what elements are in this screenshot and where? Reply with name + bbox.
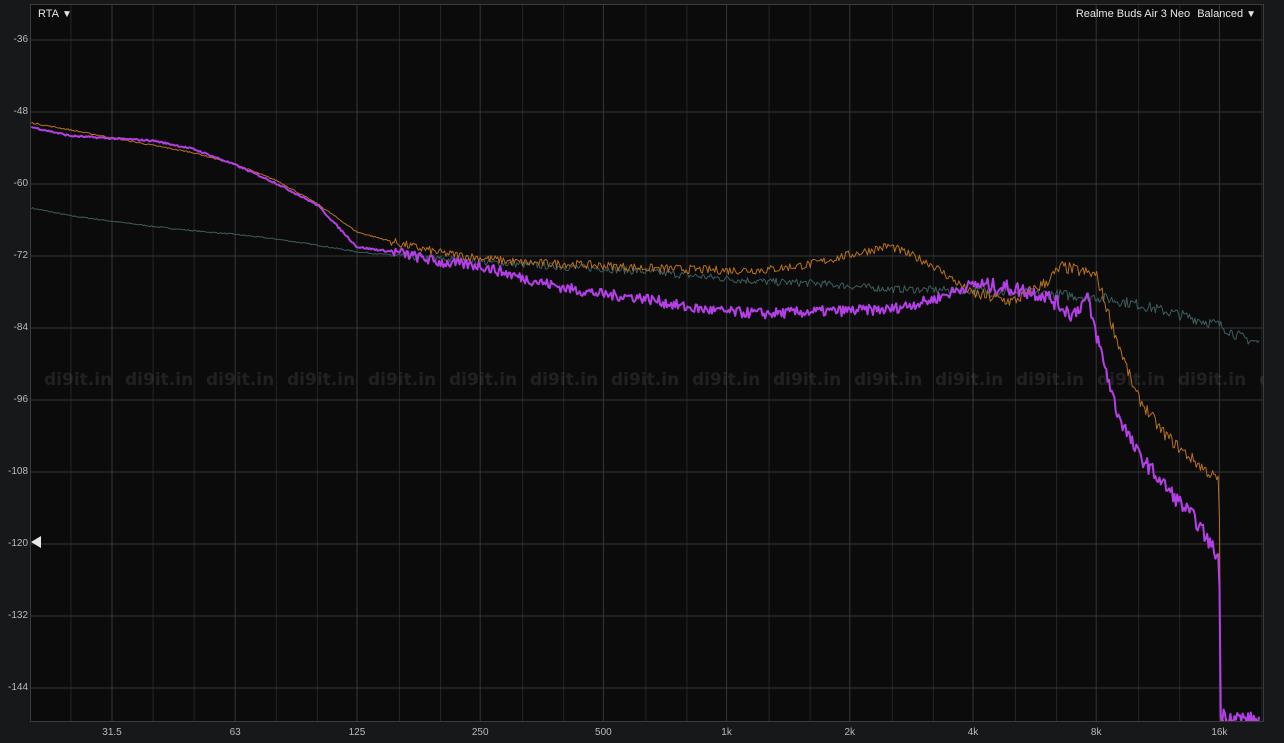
watermark-text: di9it.in [206,370,274,390]
x-tick-label: 250 [471,727,489,738]
watermark-text: di9it.in [692,370,760,390]
watermark-text: di9it.in [530,370,598,390]
y-tick-label: -132 [7,610,28,621]
device-label: Realme Buds Air 3 Neo [1075,8,1191,20]
watermark-text: di9it.in [368,370,436,390]
x-tick-label: 1k [721,727,732,738]
y-tick-label: -120 [7,538,28,549]
chevron-down-icon: ▼ [62,9,72,20]
watermark-text: di9it.in [611,370,679,390]
y-tick-label: -84 [13,322,28,333]
x-tick-label: 500 [595,727,612,738]
y-tick-label: -72 [13,250,28,261]
x-tick-label: 8k [1090,727,1102,738]
series-line [30,125,1260,721]
watermark-text: di9it.in [854,370,922,390]
watermark-text: di9it.in [1016,370,1084,390]
device-preset-dropdown[interactable]: Realme Buds Air 3 Neo Balanced ▼ [1076,8,1256,20]
watermark-text: di9it.in [935,370,1003,390]
y-tick-label: -96 [13,394,28,405]
y-tick-label: -108 [7,466,28,477]
rta-mode-label: RTA [38,8,59,20]
x-tick-label: 63 [229,727,241,738]
rta-chart: di9it.in di9it.in di9it.in di9it.in di9it.in… [0,5,1284,721]
y-tick-label: -48 [13,106,28,117]
watermark-text: di9it.in [125,370,193,390]
watermark-row: di9it.in di9it.in di9it.in di9it.in di9it.in… [0,370,1284,390]
watermark-text: di9it.in [449,370,517,390]
preset-label: Balanced [1197,8,1244,20]
rta-mode-dropdown[interactable]: RTA ▼ [38,8,72,20]
reference-level-handle[interactable] [31,536,41,548]
watermark-text: di9it.in [773,370,841,390]
x-tick-label: 31.5 [102,727,122,738]
chevron-down-icon: ▼ [1246,9,1256,20]
watermark-text: di9it.in [44,370,112,390]
watermark-text: di9it.in [0,370,31,390]
watermark-text: di9it.in [287,370,355,390]
x-tick-label: 16k [1211,727,1228,738]
series-line [31,207,1260,345]
major-gridlines [30,5,1263,721]
x-tick-label: 125 [348,727,366,738]
series-layer [30,122,1260,721]
y-tick-label: -36 [13,34,28,45]
rta-analyzer-window: di9it.in di9it.in di9it.in di9it.in di9it.in… [0,0,1284,743]
watermark-text: di9it.in [1178,370,1246,390]
y-tick-label: -144 [7,682,28,693]
x-tick-label: 2k [844,727,856,738]
watermark-text: di9it.in [1259,370,1284,390]
x-tick-label: 4k [967,727,979,738]
y-tick-label: -60 [13,178,28,189]
series-line [31,122,1258,721]
